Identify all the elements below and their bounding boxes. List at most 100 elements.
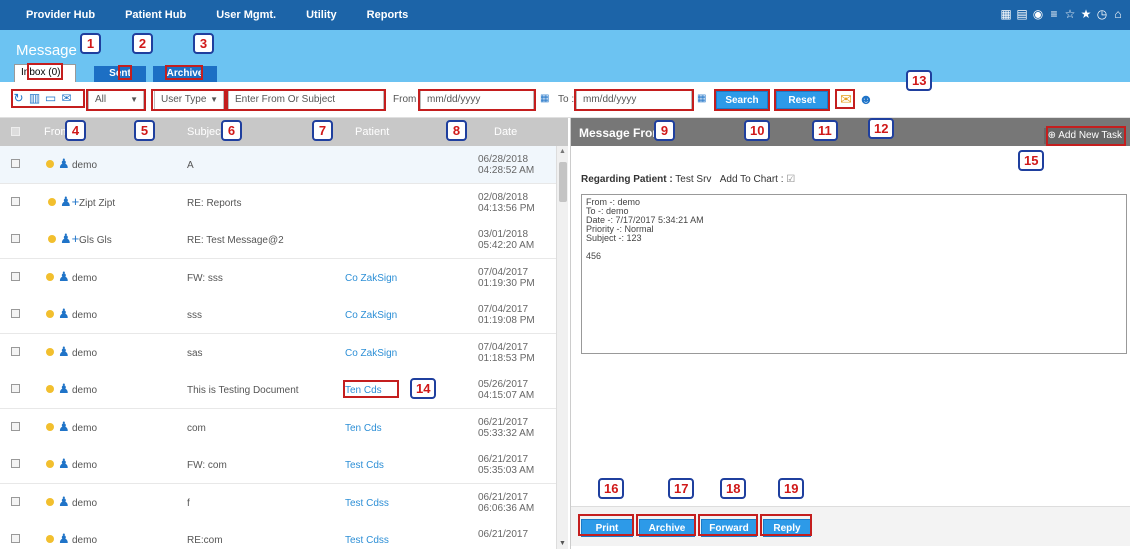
row-date-time: 05:35:03 AM bbox=[478, 465, 535, 476]
row-checkbox[interactable] bbox=[11, 384, 20, 393]
highlight-reply bbox=[760, 514, 812, 536]
nav-provider-hub[interactable]: Provider Hub bbox=[26, 9, 95, 21]
row-checkbox[interactable] bbox=[11, 196, 20, 206]
row-checkbox[interactable] bbox=[11, 309, 20, 318]
row-date-day: 07/04/2017 bbox=[478, 341, 529, 353]
calendar-icon[interactable]: ▦ bbox=[697, 93, 708, 104]
row-date-time: 04:28:52 AM bbox=[478, 165, 535, 176]
status-dot bbox=[46, 347, 54, 356]
top-nav-menu: Provider Hub Patient Hub User Mgmt. Util… bbox=[26, 0, 438, 30]
row-from: demo bbox=[72, 310, 98, 321]
callout-7: 7 bbox=[312, 120, 333, 141]
row-date-time: 04:15:07 AM bbox=[478, 390, 535, 401]
callout-13: 13 bbox=[906, 70, 933, 91]
row-patient-link[interactable]: Co ZakSign bbox=[345, 348, 397, 359]
status-dot bbox=[46, 535, 54, 543]
row-date: 06/21/2017 06:06:36 AM bbox=[478, 492, 534, 514]
highlight-forward bbox=[698, 514, 758, 536]
status-dot bbox=[46, 160, 54, 168]
row-date-day: 06/21/2017 bbox=[478, 454, 529, 465]
column-patient[interactable]: Patient bbox=[355, 126, 389, 138]
table-row[interactable]: ♟ demo A 06/28/2018 04:28:52 AM bbox=[0, 146, 556, 184]
callout-18: 18 bbox=[720, 478, 747, 499]
highlight-reset-button bbox=[774, 89, 830, 111]
list-scrollbar[interactable]: ▲ ▼ bbox=[556, 146, 568, 549]
group-icon[interactable]: ☻ bbox=[857, 90, 875, 108]
table-row[interactable]: ♟ demo f Test Cdss 06/21/2017 06:06:36 AM bbox=[0, 483, 556, 522]
row-patient-link[interactable]: Test Cds bbox=[345, 460, 384, 471]
row-checkbox[interactable] bbox=[11, 459, 20, 468]
table-row[interactable]: ♟ demo sas Co ZakSign 07/04/2017 01:18:53 PM bbox=[0, 333, 556, 372]
row-subject: FW: sss bbox=[187, 272, 223, 284]
calendar-icon[interactable]: ▦ bbox=[540, 93, 551, 104]
callout-6: 6 bbox=[221, 120, 242, 141]
scroll-up-icon[interactable]: ▲ bbox=[559, 148, 566, 155]
scroll-thumb[interactable] bbox=[559, 162, 567, 202]
highlight-search-button bbox=[714, 89, 770, 111]
row-date-day: 06/21/2017 bbox=[478, 529, 529, 540]
callout-19: 19 bbox=[778, 478, 805, 499]
row-date: 03/01/2018 05:42:20 AM bbox=[478, 229, 534, 251]
row-checkbox[interactable] bbox=[11, 234, 20, 243]
user-add-icon: ♟+ bbox=[60, 231, 80, 246]
row-from: demo bbox=[72, 460, 98, 471]
highlight-filter-select bbox=[86, 89, 146, 111]
row-patient-link[interactable]: Co ZakSign bbox=[345, 310, 397, 321]
row-patient-link[interactable]: Co ZakSign bbox=[345, 273, 397, 284]
row-checkbox[interactable] bbox=[11, 271, 20, 281]
row-date: 06/28/2018 04:28:52 AM bbox=[478, 154, 534, 176]
select-all-checkbox[interactable] bbox=[11, 127, 20, 136]
message-list: ♟ demo A 06/28/2018 04:28:52 AM ♟+ Zipt Zipt RE… bbox=[0, 146, 568, 549]
menu-icon[interactable]: ≡ bbox=[1048, 8, 1060, 20]
user-add-icon: ♟+ bbox=[60, 193, 80, 209]
row-patient-link[interactable]: Test Cdss bbox=[345, 535, 389, 546]
table-row[interactable]: ♟ demo sss Co ZakSign 07/04/2017 01:19:08 PM bbox=[0, 296, 556, 334]
row-from: demo bbox=[72, 497, 98, 509]
table-row[interactable]: ♟ demo com Ten Cds 06/21/2017 05:33:32 AM bbox=[0, 408, 556, 447]
row-checkbox[interactable] bbox=[11, 421, 20, 431]
message-body[interactable]: From -: demo To -: demo Date -: 7/17/201… bbox=[581, 194, 1127, 354]
row-from: demo bbox=[72, 347, 98, 359]
nav-user-mgmt[interactable]: User Mgmt. bbox=[216, 9, 276, 21]
message-detail-pane: Message From ⊕ Add New Task Regarding Pa… bbox=[570, 118, 1130, 549]
star-outline-icon[interactable]: ☆ bbox=[1064, 8, 1076, 20]
add-to-chart-label: Add To Chart : bbox=[719, 174, 784, 185]
grid-icon[interactable]: ▦ bbox=[1000, 8, 1012, 20]
clock-icon[interactable]: ◷ bbox=[1096, 8, 1108, 20]
column-date[interactable]: Date bbox=[494, 126, 517, 138]
callout-3: 3 bbox=[193, 33, 214, 54]
table-row[interactable]: ♟ demo This is Testing Document Ten Cds 05/2… bbox=[0, 371, 556, 409]
star-icon[interactable]: ★ bbox=[1080, 8, 1092, 20]
dashboard-icon[interactable]: ◉ bbox=[1032, 8, 1044, 20]
row-date-time: 01:19:30 PM bbox=[478, 277, 535, 289]
table-row[interactable]: ♟ demo FW: sss Co ZakSign 07/04/2017 01:19:30… bbox=[0, 258, 556, 297]
list-icon[interactable]: ▤ bbox=[1016, 8, 1028, 20]
highlight-from-date bbox=[418, 89, 536, 111]
row-date-day: 03/01/2018 bbox=[478, 229, 529, 240]
row-date-time: 01:18:53 PM bbox=[478, 352, 535, 364]
row-date: 02/08/2018 04:13:56 PM bbox=[478, 192, 535, 214]
add-to-chart-checkbox[interactable]: ☑ bbox=[786, 174, 795, 185]
row-from: Gls Gls bbox=[79, 235, 112, 246]
row-patient-link[interactable]: Test Cdss bbox=[345, 498, 389, 509]
row-date: 07/04/2017 01:19:08 PM bbox=[478, 304, 535, 326]
row-checkbox[interactable] bbox=[11, 346, 20, 356]
row-subject: sas bbox=[187, 347, 203, 359]
row-checkbox[interactable] bbox=[11, 534, 20, 543]
highlight-patient-link bbox=[343, 380, 399, 398]
row-checkbox[interactable] bbox=[11, 496, 20, 506]
table-row[interactable]: ♟ demo RE:com Test Cdss 06/21/2017 bbox=[0, 521, 556, 549]
nav-utility[interactable]: Utility bbox=[306, 9, 337, 21]
table-row[interactable]: ♟ demo FW: com Test Cds 06/21/2017 05:35:03 A… bbox=[0, 446, 556, 484]
nav-patient-hub[interactable]: Patient Hub bbox=[125, 9, 186, 21]
home-icon[interactable]: ⌂ bbox=[1112, 8, 1124, 20]
row-checkbox[interactable] bbox=[11, 159, 20, 168]
column-subject[interactable]: Subject bbox=[187, 126, 224, 138]
table-row[interactable]: ♟+ Gls Gls RE: Test Message@2 03/01/2018 05:… bbox=[0, 221, 556, 259]
row-patient-link[interactable]: Ten Cds bbox=[345, 423, 382, 434]
nav-reports[interactable]: Reports bbox=[367, 9, 409, 21]
row-date-time: 01:19:08 PM bbox=[478, 315, 535, 326]
scroll-down-icon[interactable]: ▼ bbox=[559, 540, 566, 547]
callout-4: 4 bbox=[65, 120, 86, 141]
table-row[interactable]: ♟+ Zipt Zipt RE: Reports 02/08/2018 04:13:56… bbox=[0, 183, 556, 222]
